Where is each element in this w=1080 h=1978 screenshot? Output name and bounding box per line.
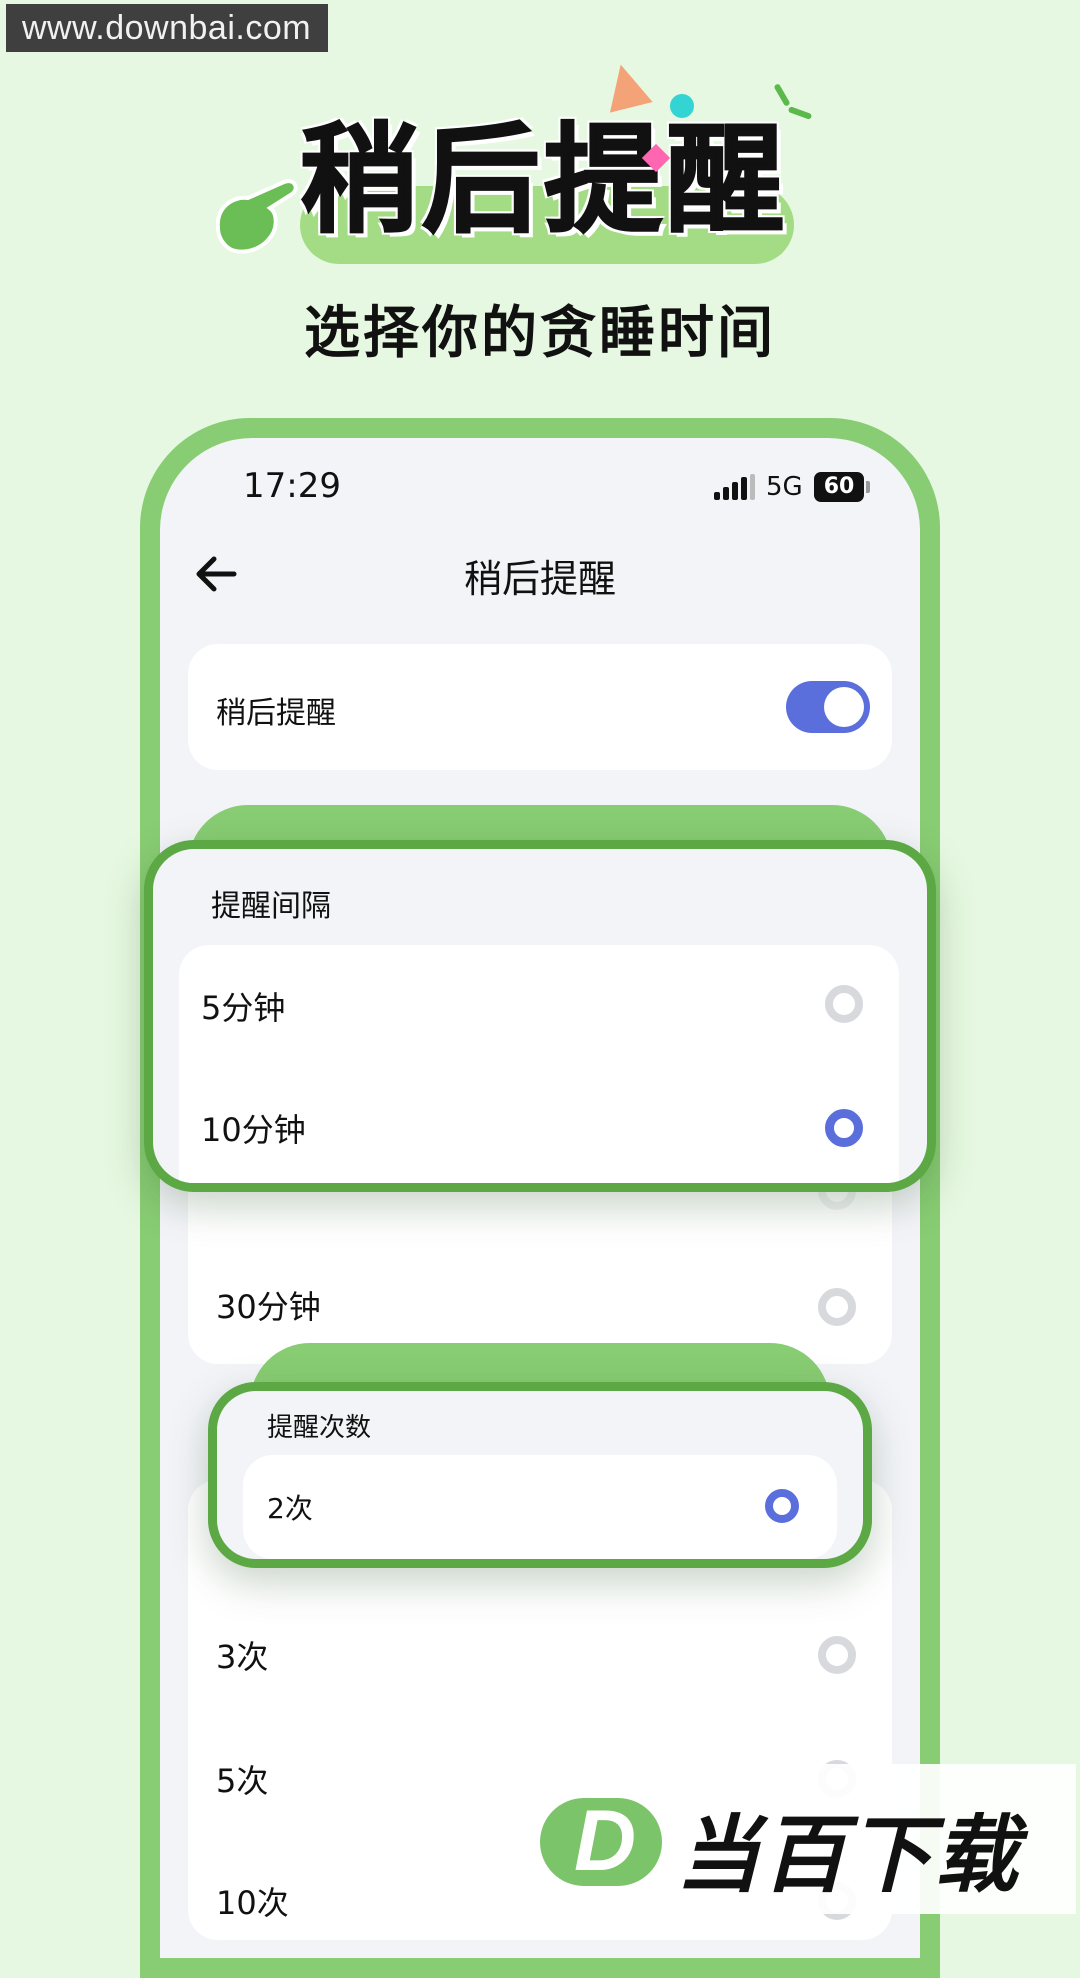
interval-section-title: 提醒间隔 [211,889,331,924]
triangle-decoration [599,59,653,113]
count-option-label[interactable]: 3次 [216,1632,268,1678]
count-option-radio-selected[interactable] [765,1489,799,1523]
interval-option-radio[interactable] [818,1288,856,1326]
interval-option-label[interactable]: 5分钟 [201,983,285,1029]
interval-option-radio[interactable] [825,985,863,1023]
snooze-toggle-label: 稍后提醒 [216,696,336,731]
watermark-logo-letter: D [574,1793,637,1889]
snooze-toggle-switch[interactable] [786,681,870,733]
battery-tip [866,481,870,493]
interval-options-card: 5分钟 10分钟 [179,945,899,1183]
sparkle-decoration [773,83,791,107]
promo-title: 稍后提醒 [299,110,789,250]
promo-subtitle: 选择你的贪睡时间 [304,301,776,366]
status-time: 17:29 [243,466,341,506]
network-type: 5G [766,472,803,502]
pointing-hand-icon [215,179,298,254]
dot-decoration [670,94,694,118]
count-section-title: 提醒次数 [267,1413,372,1443]
count-option-label[interactable]: 10次 [216,1878,289,1924]
signal-icon [714,474,755,500]
interval-option-label[interactable]: 10分钟 [201,1105,306,1151]
count-option-label[interactable]: 5次 [216,1756,268,1802]
watermark-url: www.downbai.com [6,4,328,52]
interval-option-label[interactable]: 30分钟 [216,1282,321,1328]
count-popup: 提醒次数 2次 [208,1382,872,1568]
interval-popup: 提醒间隔 5分钟 10分钟 [144,840,936,1192]
battery-icon: 60 [814,472,864,502]
interval-option-radio-selected[interactable] [825,1109,863,1147]
watermark-text: 当百下载 [676,1806,1021,1904]
toggle-knob [824,687,864,727]
count-option-radio[interactable] [818,1636,856,1674]
page-title: 稍后提醒 [463,557,616,601]
count-options-card: 2次 [243,1455,837,1559]
count-option-label[interactable]: 2次 [267,1487,313,1527]
